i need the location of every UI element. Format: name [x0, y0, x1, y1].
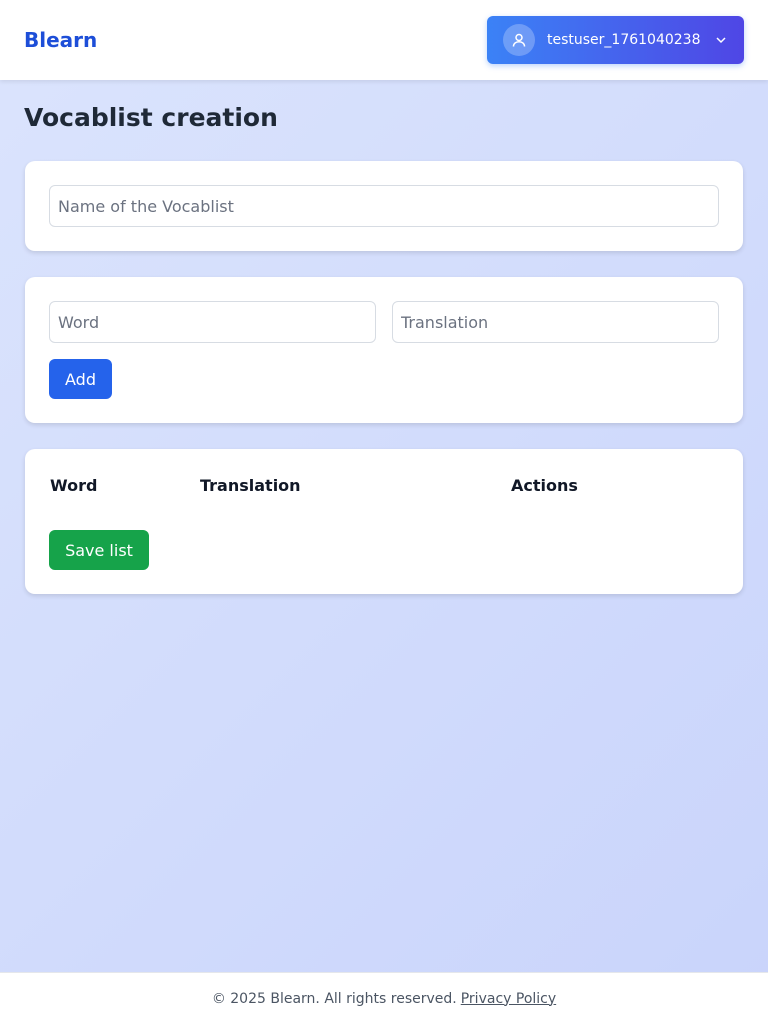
- word-input[interactable]: [49, 301, 376, 343]
- copyright-text: © 2025 Blearn. All rights reserved.: [211, 990, 457, 1007]
- brand-logo[interactable]: Blearn: [24, 28, 97, 52]
- save-list-button[interactable]: Save list: [49, 530, 149, 570]
- vocablist-name-card: [25, 161, 743, 251]
- add-button[interactable]: Add: [49, 359, 112, 399]
- user-icon: [503, 24, 535, 56]
- column-header-word: Word: [50, 476, 98, 495]
- add-word-card: Add: [25, 277, 743, 423]
- chevron-down-icon: [714, 33, 728, 47]
- column-header-actions: Actions: [511, 476, 578, 495]
- privacy-policy-link[interactable]: Privacy Policy: [461, 991, 556, 1007]
- page-footer: © 2025 Blearn. All rights reserved. Priv…: [0, 972, 768, 1024]
- top-navbar: Blearn testuser_1761040238: [0, 0, 768, 80]
- translation-input[interactable]: [392, 301, 719, 343]
- user-menu-button[interactable]: testuser_1761040238: [487, 16, 744, 64]
- page-title: Vocablist creation: [24, 103, 278, 132]
- vocablist-name-input[interactable]: [49, 185, 719, 227]
- vocab-table-card: Word Translation Actions Save list: [25, 449, 743, 594]
- column-header-translation: Translation: [200, 476, 301, 495]
- username-label: testuser_1761040238: [547, 32, 701, 48]
